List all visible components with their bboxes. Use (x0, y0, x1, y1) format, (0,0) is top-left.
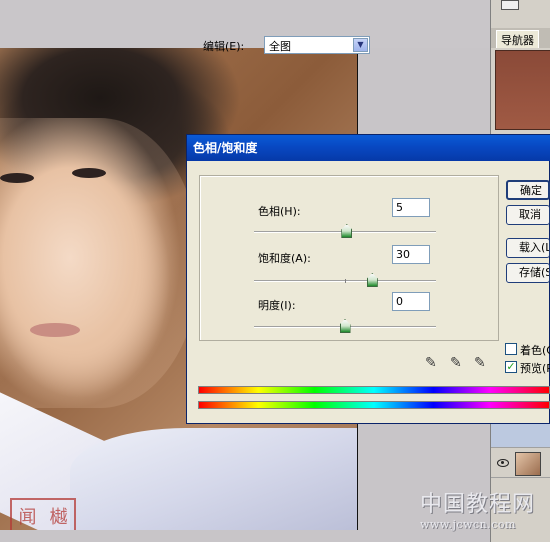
site-watermark: 中国教程网 www.jcwcn.com (420, 486, 545, 531)
watermark-url: www.jcwcn.com (420, 518, 516, 531)
seal-char: 樾 (49, 506, 68, 528)
eye-icon[interactable] (497, 459, 509, 467)
saturation-label: 饱和度(A): (258, 252, 311, 265)
seal-char: 闻 (18, 506, 37, 528)
eyedropper-icon[interactable]: ✎ (425, 355, 439, 371)
edit-label: 编辑(E): (203, 40, 245, 53)
layer-row[interactable] (491, 420, 550, 448)
edit-select-value: 全图 (269, 40, 291, 53)
tab-navigator[interactable]: 导航器 (496, 30, 539, 48)
cancel-button[interactable]: 取消 (506, 205, 550, 225)
navigator-thumbnail[interactable] (495, 50, 550, 130)
photo-eye-left (0, 173, 34, 183)
photo-eye-right (72, 168, 106, 178)
chevron-down-icon[interactable]: ▼ (353, 38, 368, 52)
saturation-input[interactable]: 30 (392, 245, 430, 264)
red-seal-stamp: 闻 樾 霖 雁 (10, 498, 76, 530)
lightness-label: 明度(I): (258, 299, 296, 312)
photo-mouth (30, 323, 80, 337)
eyedropper-minus-icon[interactable]: ✎ (474, 355, 488, 371)
color-spectrum-top (198, 386, 550, 394)
photo-face (0, 118, 200, 408)
saturation-slider-center-tick (345, 279, 346, 283)
hue-input[interactable]: 5 (392, 198, 430, 217)
photo-shirt (70, 428, 357, 530)
workspace-background (0, 0, 490, 48)
ok-button[interactable]: 确定 (506, 180, 550, 200)
eyedropper-plus-icon[interactable]: ✎ (450, 355, 464, 371)
preview-label: 预览(P) (520, 362, 550, 375)
layer-thumbnail (515, 452, 541, 476)
preview-checkbox[interactable]: ✓ (505, 361, 517, 373)
watermark-site-name: 中国教程网 (420, 492, 536, 517)
saturation-slider-track[interactable] (254, 279, 436, 283)
load-button[interactable]: 载入(L)... (506, 238, 550, 258)
colorize-checkbox[interactable] (505, 343, 517, 355)
layer-row[interactable] (491, 450, 550, 478)
palette-toolbar (491, 0, 550, 16)
dialog-title[interactable]: 色相/饱和度 (187, 135, 550, 161)
edit-group-box (199, 175, 499, 341)
colorize-label: 着色(O) (520, 344, 550, 357)
save-button[interactable]: 存储(S)... (506, 263, 550, 283)
edit-select[interactable]: 全图 ▼ (264, 36, 370, 54)
palette-toolbar-button[interactable] (501, 0, 519, 10)
lightness-input[interactable]: 0 (392, 292, 430, 311)
color-spectrum-bottom (198, 401, 550, 409)
hue-label: 色相(H): (258, 205, 301, 218)
